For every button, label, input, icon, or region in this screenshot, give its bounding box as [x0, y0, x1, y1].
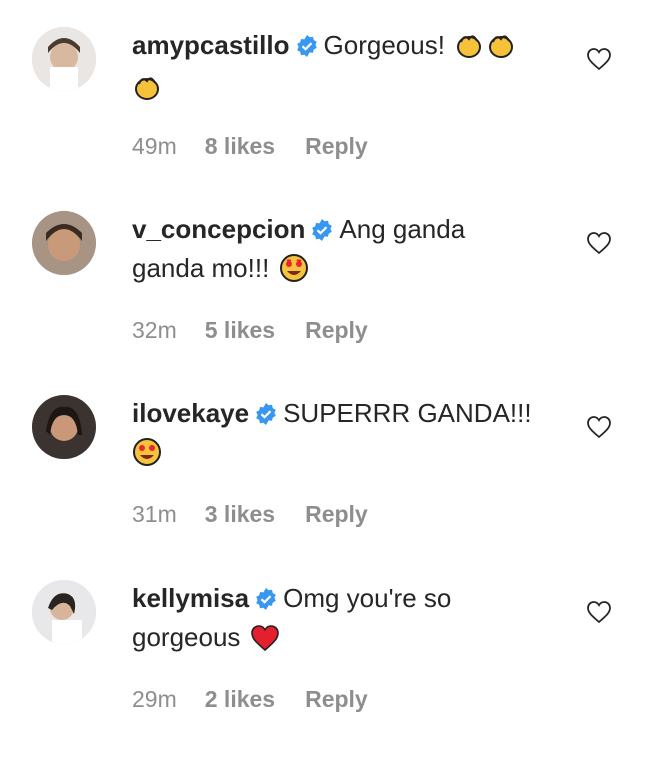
likes-count[interactable]: 3 likes	[205, 501, 275, 528]
clapping-hands-icon	[454, 30, 484, 69]
verified-badge-icon	[255, 583, 277, 619]
comment-body: Gorgeous!	[323, 30, 445, 60]
comment-meta: 31m 3 likes Reply	[132, 501, 368, 528]
heart-eyes-face-icon	[279, 253, 309, 292]
verified-badge-icon	[296, 30, 318, 66]
clapping-hands-icon	[132, 72, 162, 111]
username-link[interactable]: v_concepcion	[132, 214, 305, 244]
likes-count[interactable]: 8 likes	[205, 133, 275, 160]
comment-text: ilovekaye SUPERRR GANDA!!!	[132, 395, 542, 476]
comment-text: v_concepcion Ang ganda ganda mo!!!	[132, 211, 542, 292]
comment-item: ilovekaye SUPERRR GANDA!!! 31m 3 likes Repl…	[0, 395, 654, 579]
like-heart-icon[interactable]	[586, 415, 612, 439]
username-link[interactable]: ilovekaye	[132, 398, 249, 428]
username-link[interactable]: kellymisa	[132, 583, 249, 613]
timestamp[interactable]: 29m	[132, 686, 177, 713]
avatar[interactable]	[32, 395, 96, 459]
avatar[interactable]	[32, 580, 96, 644]
comment-body: SUPERRR GANDA!!!	[283, 398, 532, 428]
reply-button[interactable]: Reply	[305, 317, 368, 344]
timestamp[interactable]: 31m	[132, 501, 177, 528]
comment-item: v_concepcion Ang ganda ganda mo!!! 32m 5 l…	[0, 211, 654, 395]
comment-text: amypcastillo Gorgeous!	[132, 27, 542, 111]
timestamp[interactable]: 49m	[132, 133, 177, 160]
avatar[interactable]	[32, 211, 96, 275]
comment-item: amypcastillo Gorgeous! 49m 8 likes Reply	[0, 27, 654, 211]
red-heart-icon	[250, 624, 280, 661]
reply-button[interactable]: Reply	[305, 686, 368, 713]
username-link[interactable]: amypcastillo	[132, 30, 290, 60]
comment-meta: 49m 8 likes Reply	[132, 133, 368, 160]
clapping-hands-icon	[486, 30, 516, 69]
likes-count[interactable]: 2 likes	[205, 686, 275, 713]
likes-count[interactable]: 5 likes	[205, 317, 275, 344]
timestamp[interactable]: 32m	[132, 317, 177, 344]
verified-badge-icon	[255, 398, 277, 434]
comment-meta: 32m 5 likes Reply	[132, 317, 368, 344]
reply-button[interactable]: Reply	[305, 501, 368, 528]
comment-item: kellymisa Omg you're so gorgeous 29m 2 lik…	[0, 580, 654, 764]
like-heart-icon[interactable]	[586, 47, 612, 71]
comment-text: kellymisa Omg you're so gorgeous	[132, 580, 542, 661]
heart-eyes-face-icon	[132, 437, 162, 476]
like-heart-icon[interactable]	[586, 231, 612, 255]
avatar[interactable]	[32, 27, 96, 91]
reply-button[interactable]: Reply	[305, 133, 368, 160]
like-heart-icon[interactable]	[586, 600, 612, 624]
verified-badge-icon	[311, 214, 333, 250]
comment-meta: 29m 2 likes Reply	[132, 686, 368, 713]
